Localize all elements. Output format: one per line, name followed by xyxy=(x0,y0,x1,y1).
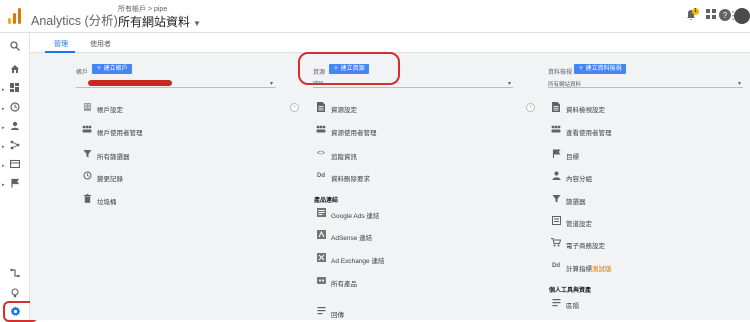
ad-exchange-icon xyxy=(316,253,326,263)
create-account-label: 建立帳戶 xyxy=(103,66,128,72)
account-user-management-link[interactable]: 帳戶使用者管理 xyxy=(97,127,143,137)
beta-badge: 測試版 xyxy=(592,266,612,273)
dd-icon: Dd xyxy=(552,263,560,269)
ecommerce-settings-link[interactable]: 電子商務設定 xyxy=(566,240,605,250)
channel-settings-link[interactable]: 管道設定 xyxy=(566,218,592,228)
clock-icon[interactable] xyxy=(8,102,22,116)
expand-arrow-icon: ▸ xyxy=(2,144,5,150)
flag-icon xyxy=(551,149,561,159)
caret-down-icon[interactable]: ▾ xyxy=(738,80,741,87)
expand-arrow-icon: ▸ xyxy=(2,125,5,131)
sidebar: ▸ ▸ ▸ ▸ ▸ ▸ xyxy=(0,33,30,320)
expand-arrow-icon: ▸ xyxy=(2,163,5,169)
page-icon xyxy=(551,102,561,112)
channel-icon xyxy=(551,216,561,226)
account-heading: 帳戶 xyxy=(76,70,89,76)
tab-admin[interactable]: 管理 xyxy=(54,39,68,49)
calculated-metrics-label: 計算指標 xyxy=(566,266,592,273)
person-icon xyxy=(551,171,561,181)
caret-down-icon: ▼ xyxy=(193,19,201,28)
property-selector-value[interactable]: pipe xyxy=(313,80,323,86)
filters-link[interactable]: 篩選器 xyxy=(566,196,586,206)
users-icon xyxy=(82,125,92,135)
cart-icon xyxy=(551,238,562,248)
personal-tools-heading: 個人工具與資產 xyxy=(549,288,592,294)
adsense-icon xyxy=(316,230,326,240)
behavior-icon[interactable] xyxy=(8,159,22,173)
property-selector[interactable]: 所有網站資料 ▼ xyxy=(118,13,201,30)
tab-users[interactable]: 使用者 xyxy=(90,39,111,49)
plus-icon: ＋ xyxy=(578,66,586,72)
expand-arrow-icon: ▸ xyxy=(2,182,5,188)
admin-tabs: 管理 使用者 xyxy=(30,33,750,53)
google-ads-icon xyxy=(316,208,326,218)
code-icon: <> xyxy=(316,150,326,157)
plus-icon: ＋ xyxy=(96,66,104,72)
top-bar: Analytics (分析) 所有帳戶 > pipe 所有網站資料 ▼ 1 ? ⋮ xyxy=(0,0,750,33)
all-products-icon xyxy=(316,276,326,286)
history-icon xyxy=(82,171,92,181)
lightbulb-icon[interactable] xyxy=(8,288,22,302)
person-icon[interactable] xyxy=(8,121,22,135)
change-history-link[interactable]: 變更記錄 xyxy=(97,173,123,183)
home-icon[interactable] xyxy=(8,64,22,78)
create-view-label: 建立資料檢視 xyxy=(585,66,622,72)
building-icon xyxy=(82,102,92,112)
data-deletion-requests-link[interactable]: 資料刪除要求 xyxy=(331,173,370,183)
view-selector[interactable] xyxy=(548,87,743,88)
users-icon xyxy=(316,125,326,135)
expand-arrow-icon: ▸ xyxy=(2,106,5,112)
view-heading: 資料檢視 xyxy=(548,70,573,76)
attribution-icon[interactable] xyxy=(8,268,22,282)
view-settings-link[interactable]: 資料檢視設定 xyxy=(566,104,605,114)
property-settings-link[interactable]: 資源設定 xyxy=(331,104,357,114)
account-selector[interactable] xyxy=(76,87,276,88)
goals-link[interactable]: 目標 xyxy=(566,151,579,161)
content-grouping-link[interactable]: 內容分組 xyxy=(566,173,592,183)
filter-icon xyxy=(551,194,561,204)
expand-arrow-icon: ▸ xyxy=(2,87,5,93)
notification-count: 1 xyxy=(692,8,699,15)
view-user-management-link[interactable]: 查看使用者管理 xyxy=(566,127,612,137)
ad-exchange-linking-link[interactable]: Ad Exchange 連結 xyxy=(331,255,384,265)
all-filters-link[interactable]: 所有篩選器 xyxy=(97,151,130,161)
caret-down-icon[interactable]: ▾ xyxy=(508,80,511,87)
filter-icon xyxy=(82,149,92,159)
trash-icon xyxy=(82,194,92,204)
flag-icon[interactable] xyxy=(8,178,22,192)
property-selector-label: 所有網站資料 xyxy=(118,15,191,29)
page-icon xyxy=(316,102,326,112)
search-icon[interactable] xyxy=(8,41,22,55)
product-linking-heading: 產品連結 xyxy=(314,198,339,204)
apps-grid-icon[interactable] xyxy=(704,9,718,23)
analytics-logo[interactable] xyxy=(8,8,22,24)
active-tab-indicator xyxy=(45,51,75,53)
postback-icon xyxy=(316,306,326,316)
caret-down-icon[interactable]: ▾ xyxy=(270,80,273,87)
segments-icon xyxy=(551,298,561,308)
acquisition-icon[interactable] xyxy=(8,140,22,154)
segments-link[interactable]: 區隔 xyxy=(566,300,579,310)
all-products-link[interactable]: 所有產品 xyxy=(331,278,357,288)
create-view-button[interactable]: ＋ 建立資料檢視 xyxy=(574,64,626,74)
calculated-metrics-link[interactable]: 計算指標測試版 xyxy=(566,263,612,273)
users-icon xyxy=(551,125,561,135)
tracking-info-link[interactable]: 追蹤資訊 xyxy=(331,151,357,161)
property-selector[interactable] xyxy=(313,87,513,88)
column-arrow-icon: › xyxy=(526,103,535,112)
app-title: Analytics (分析) xyxy=(31,14,118,28)
column-arrow-icon: › xyxy=(290,103,299,112)
google-ads-linking-link[interactable]: Google Ads 連結 xyxy=(331,210,379,220)
property-user-management-link[interactable]: 資源使用者管理 xyxy=(331,127,377,137)
create-account-button[interactable]: ＋ 建立帳戶 xyxy=(92,64,132,74)
redacted-account-name xyxy=(88,80,172,86)
account-settings-link[interactable]: 帳戶設定 xyxy=(97,104,123,114)
adsense-linking-link[interactable]: AdSense 連結 xyxy=(331,232,372,242)
avatar[interactable] xyxy=(734,8,750,24)
customization-icon[interactable] xyxy=(8,83,22,97)
postback-link[interactable]: 回傳 xyxy=(331,309,344,319)
trash-can-link[interactable]: 垃圾桶 xyxy=(97,196,117,206)
dd-icon: Dd xyxy=(317,173,325,179)
